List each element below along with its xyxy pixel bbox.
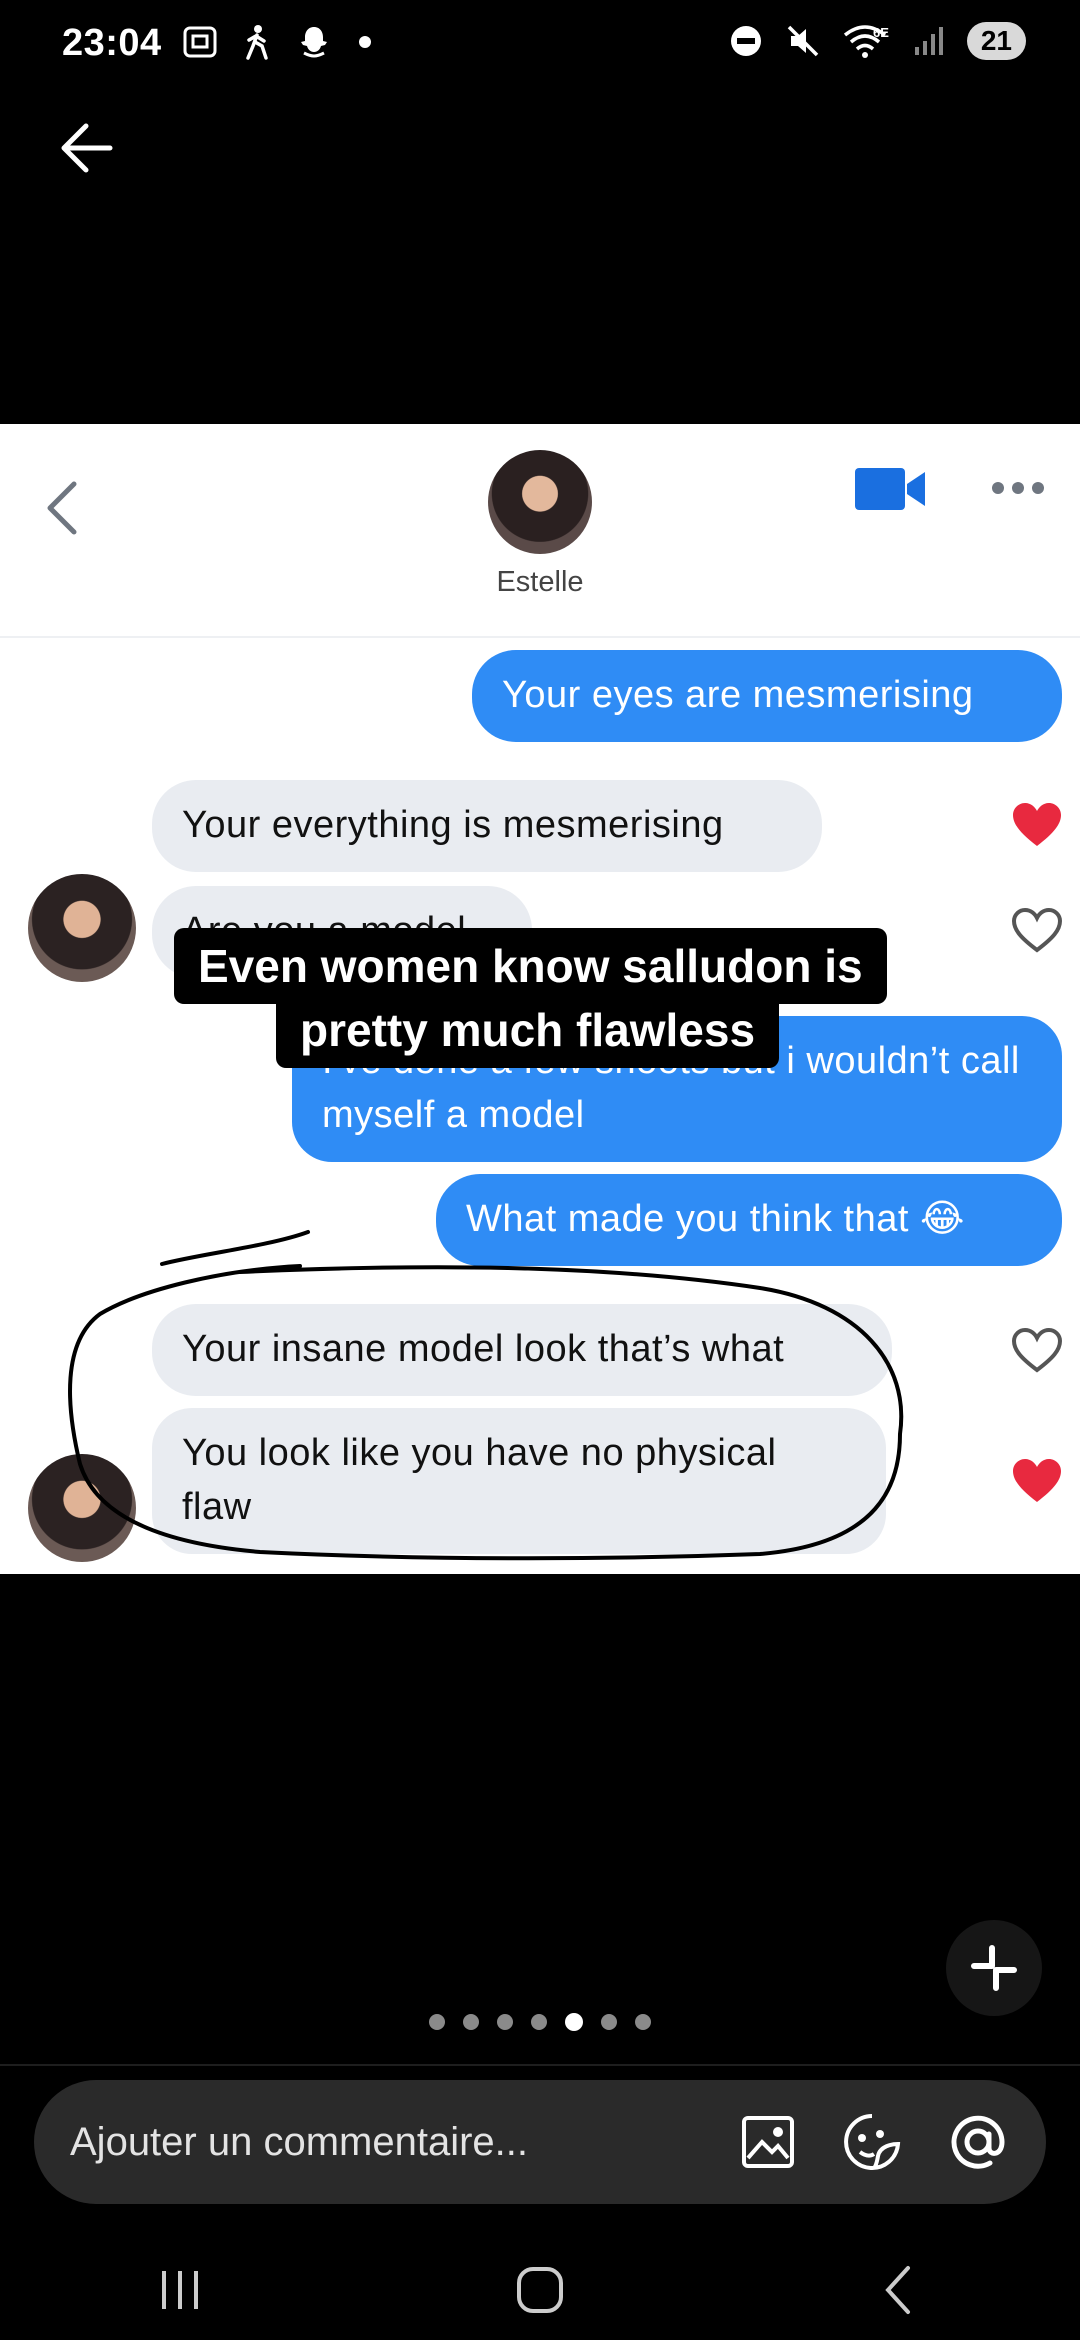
- back-arrow-icon[interactable]: [56, 118, 116, 178]
- walking-icon: [246, 25, 268, 60]
- comment-input[interactable]: Ajouter un commentaire...: [34, 2080, 1046, 2204]
- carousel-dots: [0, 2013, 1080, 2031]
- dnd-icon: [730, 26, 761, 56]
- snapchat-icon: [301, 27, 327, 58]
- dot-icon: [359, 36, 371, 48]
- carousel-dot[interactable]: [635, 2014, 651, 2030]
- carousel-dot[interactable]: [601, 2014, 617, 2030]
- screenshot-icon: [183, 26, 217, 58]
- recents-icon[interactable]: [150, 2265, 210, 2315]
- exit-fullscreen-button[interactable]: [946, 1920, 1042, 2016]
- mute-icon: [787, 25, 819, 57]
- comment-actions: [738, 2110, 1010, 2174]
- image-icon[interactable]: [738, 2112, 798, 2172]
- signal-icon: [914, 27, 943, 55]
- carousel-dot-active[interactable]: [565, 2013, 583, 2031]
- mention-icon[interactable]: [946, 2110, 1010, 2174]
- carousel-dot[interactable]: [497, 2014, 513, 2030]
- status-time: 23:04: [62, 22, 162, 64]
- divider: [0, 2064, 1080, 2066]
- network-label: 6E: [873, 25, 889, 40]
- sticker-icon[interactable]: [840, 2110, 904, 2174]
- status-right: 6E 21: [729, 22, 1026, 60]
- system-nav-bar: [0, 2240, 1080, 2340]
- home-icon[interactable]: [510, 2260, 570, 2320]
- carousel-dot[interactable]: [429, 2014, 445, 2030]
- carousel-dot[interactable]: [531, 2014, 547, 2030]
- back-icon[interactable]: [870, 2260, 930, 2320]
- carousel-dot[interactable]: [463, 2014, 479, 2030]
- caption-line-2: pretty much flawless: [276, 992, 780, 1068]
- comment-placeholder[interactable]: Ajouter un commentaire...: [70, 2120, 738, 2165]
- collapse-icon: [971, 1945, 1017, 1991]
- wifi-icon: 6E: [843, 25, 889, 58]
- status-left-icons: [182, 24, 372, 60]
- battery-indicator: 21: [966, 22, 1026, 60]
